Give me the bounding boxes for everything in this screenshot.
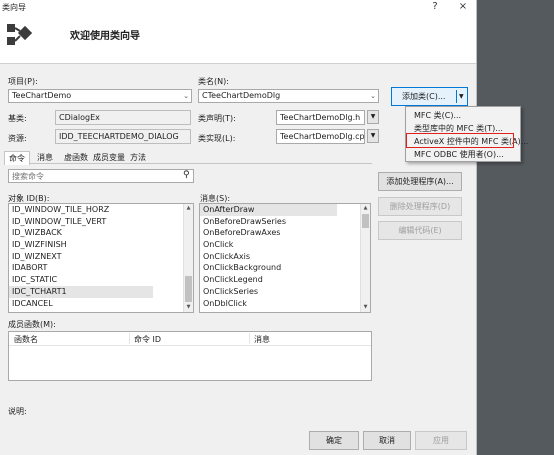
menu-item-odbc-consumer[interactable]: MFC ODBC 使用者(O)...: [414, 149, 504, 160]
scroll-up-icon[interactable]: ▲: [361, 204, 370, 213]
list-item[interactable]: OnClickAxis: [200, 251, 370, 263]
delete-handler-button[interactable]: 删除处理程序(D): [378, 197, 462, 216]
title-bar: [0, 0, 476, 16]
chevron-down-icon: ⌄: [370, 92, 376, 100]
impl-field[interactable]: TeeChartDemoDlg.cpp: [276, 129, 365, 144]
list-item[interactable]: IDABORT: [9, 262, 193, 274]
scroll-up-icon[interactable]: ▲: [184, 204, 193, 213]
tab-member-variables[interactable]: 成员变量: [89, 151, 129, 164]
close-button[interactable]: ×: [452, 0, 474, 14]
member-functions-label: 成员函数(M):: [8, 320, 56, 329]
menu-item-mfc-class[interactable]: MFC 类(C)...: [414, 110, 461, 121]
decl-dropdown-icon[interactable]: ▼: [367, 110, 379, 124]
ok-button[interactable]: 确定: [309, 431, 359, 450]
list-item[interactable]: ID_WIZBACK: [9, 227, 193, 239]
highlight-box: [406, 133, 514, 148]
apply-button[interactable]: 应用: [415, 431, 467, 450]
search-icon[interactable]: ⚲: [183, 170, 190, 180]
header-divider: [0, 63, 476, 64]
member-functions-table[interactable]: 函数名 命令 ID 消息: [8, 331, 372, 381]
resource-label: 资源:: [8, 134, 27, 143]
scroll-down-icon[interactable]: ▼: [361, 303, 370, 312]
chevron-down-icon: ⌄: [183, 92, 189, 100]
object-id-list[interactable]: ID_WINDOW_TILE_HORZ ID_WINDOW_TILE_VERT …: [8, 203, 194, 313]
scroll-thumb[interactable]: [362, 214, 369, 228]
list-item[interactable]: IDCANCEL: [9, 298, 193, 310]
scroll-thumb[interactable]: [185, 276, 192, 302]
list-item[interactable]: ID_WIZFINISH: [9, 239, 193, 251]
classname-combo[interactable]: CTeeChartDemoDlg ⌄: [198, 89, 379, 103]
list-item-selected[interactable]: OnAfterDraw: [200, 204, 337, 216]
dropdown-arrow-icon[interactable]: ▼: [459, 88, 464, 105]
list-item[interactable]: OnBeforeDrawAxes: [200, 227, 370, 239]
classname-value: CTeeChartDemoDlg: [202, 91, 281, 100]
cancel-button[interactable]: 取消: [363, 431, 411, 450]
impl-label: 类实现(L):: [198, 134, 236, 143]
column-divider: [129, 333, 130, 344]
tab-methods[interactable]: 方法: [126, 151, 150, 164]
messages-list[interactable]: OnAfterDraw OnBeforeDrawSeries OnBeforeD…: [199, 203, 371, 313]
list-item[interactable]: ID_WINDOW_TILE_HORZ: [9, 204, 193, 216]
list-item-selected[interactable]: IDC_TCHART1: [9, 285, 153, 298]
resource-field: IDD_TEECHARTDEMO_DIALOG: [55, 129, 191, 144]
project-value: TeeChartDemo: [12, 91, 72, 100]
list-item[interactable]: IDC_STATIC: [9, 274, 193, 286]
tab-messages[interactable]: 消息: [33, 151, 57, 164]
base-label: 基类:: [8, 114, 27, 123]
add-handler-button[interactable]: 添加处理程序(A)...: [378, 172, 462, 191]
add-class-button[interactable]: 添加类(C)... ▼: [391, 87, 468, 106]
welcome-text: 欢迎使用类向导: [70, 31, 140, 42]
list-item[interactable]: OnClick: [200, 239, 370, 251]
decl-label: 类声明(T):: [198, 114, 236, 123]
impl-dropdown-icon[interactable]: ▼: [367, 129, 379, 143]
list-item[interactable]: OnClickSeries: [200, 286, 370, 298]
list-item[interactable]: OnBeforeDrawSeries: [200, 216, 370, 228]
base-field: CDialogEx: [55, 110, 191, 125]
tab-virtual-functions[interactable]: 虚函数: [60, 151, 92, 164]
column-header-function-name[interactable]: 函数名: [14, 334, 38, 345]
column-header-message[interactable]: 消息: [254, 334, 270, 345]
dialog-title: 类向导: [2, 3, 26, 12]
table-header: [9, 332, 371, 346]
project-combo[interactable]: TeeChartDemo ⌄: [8, 89, 192, 103]
object-list-scrollbar[interactable]: ▲ ▼: [183, 204, 193, 312]
scroll-down-icon[interactable]: ▼: [184, 303, 193, 312]
split-divider: [456, 90, 457, 103]
classname-label: 类名(N):: [198, 77, 229, 86]
list-item[interactable]: ID_WINDOW_TILE_VERT: [9, 216, 193, 228]
column-header-command-id[interactable]: 命令 ID: [134, 334, 161, 345]
messages-scrollbar[interactable]: ▲ ▼: [360, 204, 370, 312]
search-input[interactable]: [8, 169, 194, 183]
column-divider: [249, 333, 250, 344]
list-item[interactable]: OnClickLegend: [200, 274, 370, 286]
project-label: 项目(P):: [8, 77, 38, 86]
add-class-label: 添加类(C)...: [402, 92, 446, 101]
list-item[interactable]: OnClickBackground: [200, 262, 370, 274]
tab-commands[interactable]: 命令: [4, 151, 30, 165]
edit-code-button[interactable]: 编辑代码(E): [378, 221, 462, 240]
description-label: 说明:: [8, 407, 27, 416]
class-wizard-icon: [7, 24, 32, 45]
decl-field[interactable]: TeeChartDemoDlg.h: [276, 110, 365, 125]
list-item[interactable]: ID_WIZNEXT: [9, 251, 193, 263]
help-button[interactable]: ?: [424, 0, 446, 14]
list-item[interactable]: OnDblClick: [200, 298, 370, 310]
